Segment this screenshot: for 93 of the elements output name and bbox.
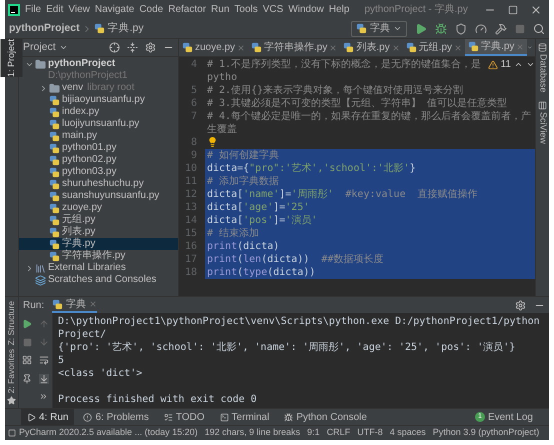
tool-window-tab[interactable]: 2: Favorites bbox=[5, 348, 18, 393]
code-line: dicta={"pro":'艺术','school':'北影'} bbox=[206, 162, 417, 175]
tool-window-tab[interactable]: Database bbox=[536, 54, 550, 93]
tool-tab[interactable]: TODO bbox=[158, 409, 211, 425]
editor-tab[interactable]: 元组.py bbox=[402, 39, 466, 56]
line-number: 4 bbox=[190, 58, 198, 71]
menu-item[interactable]: Edit bbox=[46, 2, 64, 17]
breadcrumb-item[interactable]: 字典.py bbox=[108, 20, 144, 36]
tree-item[interactable]: 字符串操作.py bbox=[62, 250, 126, 262]
code-line: print(dicta) bbox=[206, 240, 280, 253]
run-config-dropdown[interactable]: 字典 bbox=[351, 20, 407, 36]
tree-item[interactable]: 列表.py bbox=[62, 226, 96, 238]
panel-title: Run: bbox=[23, 298, 44, 312]
code-line: print(len(dicta)) ##数据项长度 bbox=[206, 253, 384, 266]
menu-item[interactable]: Tools bbox=[234, 2, 258, 17]
line-number: 7 bbox=[190, 110, 198, 123]
console-line: <class 'dict'> bbox=[58, 367, 144, 380]
tool-window-tab[interactable]: 1: Project bbox=[0, 39, 22, 78]
status-item[interactable]: 4 spaces bbox=[390, 426, 426, 440]
inspection-widget[interactable]: 11 bbox=[484, 58, 535, 71]
line-number: 16 bbox=[184, 240, 198, 253]
line-number: 14 bbox=[184, 214, 198, 227]
path-note: library root bbox=[87, 82, 134, 94]
tool-tab[interactable]: 4: Run bbox=[21, 409, 74, 425]
tool-tab[interactable]: Python Console bbox=[278, 409, 373, 425]
menu-item[interactable]: Run bbox=[211, 2, 230, 17]
console-line: {'pro': '艺术', 'school': '北影', 'name': '周雨彤', 'age': '25', 'pos': '演员'} bbox=[58, 341, 516, 354]
status-item[interactable]: CRLF bbox=[326, 426, 350, 440]
line-number: 15 bbox=[184, 227, 198, 240]
tree-item[interactable]: python01.py bbox=[62, 142, 116, 154]
tree-item[interactable]: zuoye.py bbox=[62, 202, 102, 214]
line-number: 8 bbox=[190, 136, 198, 149]
code-line: # 1.不是序列类型，没有下标的概念，是无序的键值集合，是pytho bbox=[206, 58, 482, 84]
line-number: 12 bbox=[184, 188, 198, 201]
tree-item[interactable]: index.py bbox=[62, 106, 100, 118]
line-number: 18 bbox=[184, 266, 198, 279]
menu-item[interactable]: Refactor bbox=[168, 2, 206, 17]
code-line: # 4.每个键必定是唯一的，如果存在重复的键，那么后者会覆盖前者，产生覆盖 bbox=[206, 110, 532, 136]
tree-item[interactable]: External Libraries bbox=[48, 262, 126, 274]
menu-item[interactable]: Window bbox=[288, 2, 324, 17]
console-line: D:\pythonProject1\pythonProject\venv\Scripts\python.exe D:/pythonProject1/pythonProject/ bbox=[58, 315, 541, 341]
code-line: dicta['pos']='演员' bbox=[206, 214, 318, 227]
tree-item[interactable]: shuruheshuchu.py bbox=[62, 178, 144, 190]
code-line: # 3.其键必须是不可变的类型【元组、字符串】 值可以是任意类型 bbox=[206, 97, 508, 110]
code-line: # 结束添加 bbox=[206, 227, 260, 240]
tree-item[interactable]: pythonProject bbox=[48, 58, 116, 70]
line-number: 11 bbox=[184, 175, 198, 188]
status-item[interactable]: 192 chars, 9 line breaks bbox=[204, 426, 300, 440]
status-item[interactable]: 9:1 bbox=[307, 426, 320, 440]
tree-item[interactable]: venv bbox=[62, 82, 84, 94]
tree-item[interactable]: python03.py bbox=[62, 166, 116, 178]
editor-tab[interactable]: 列表.py bbox=[340, 39, 403, 56]
console-line: Process finished with exit code 0 bbox=[58, 393, 258, 406]
menu-item[interactable]: Navigate bbox=[94, 2, 134, 17]
tool-tab[interactable]: 6: Problems bbox=[77, 409, 155, 425]
tree-item[interactable]: python02.py bbox=[62, 154, 116, 166]
tool-tab[interactable]: Terminal bbox=[214, 409, 276, 425]
window-title: pythonProject - 字典.py bbox=[364, 2, 468, 17]
tool-window-tab[interactable]: Z: Structure bbox=[5, 301, 18, 346]
code-line: print(type(dicta)) bbox=[206, 266, 316, 279]
status-item[interactable]: PyCharm 2020.2.5 available ... (today 15:20) bbox=[19, 426, 198, 440]
tool-window-tab[interactable]: SciView bbox=[536, 112, 550, 144]
line-number: 6 bbox=[190, 97, 198, 110]
menu-item[interactable]: File bbox=[25, 2, 42, 17]
menu-item[interactable]: Help bbox=[328, 2, 350, 17]
tree-item[interactable]: bijiaoyunsuanfu.py bbox=[62, 94, 145, 106]
status-item[interactable]: Python 3.9 (pythonProject) bbox=[432, 426, 540, 440]
console-line: 5 bbox=[58, 354, 66, 367]
menu-item[interactable]: View bbox=[68, 2, 90, 17]
tree-item[interactable]: Scratches and Consoles bbox=[48, 274, 156, 286]
status-item[interactable]: UTF-8 bbox=[357, 426, 383, 440]
breadcrumb-item[interactable]: pythonProject bbox=[9, 20, 80, 36]
editor-tab[interactable]: zuoye.py bbox=[179, 39, 248, 56]
line-number: 13 bbox=[184, 201, 198, 214]
editor-tab[interactable]: 字符串操作.py bbox=[248, 39, 340, 56]
code-line: dicta['age']='25' bbox=[206, 201, 310, 214]
code-line: # 添加字典数据 bbox=[206, 175, 280, 188]
line-number: 10 bbox=[184, 162, 198, 175]
line-number: 5 bbox=[190, 84, 198, 97]
editor-tab[interactable]: 字典.py bbox=[465, 39, 528, 56]
code-line: dicta['name']='周雨彤' #key:value 直接赋值操作 bbox=[206, 188, 479, 201]
tree-item[interactable]: 元组.py bbox=[62, 214, 96, 226]
line-number: 9 bbox=[190, 149, 198, 162]
menu-item[interactable]: Code bbox=[139, 2, 164, 17]
line-number: 17 bbox=[184, 253, 198, 266]
code-line: # 如何创建字典 bbox=[206, 149, 280, 162]
tree-item[interactable]: luojiyunsuanfu.py bbox=[62, 118, 140, 130]
panel-title[interactable]: Project bbox=[23, 40, 56, 56]
code-line: # 2.使用{}来表示字典对象，每个键值对使用逗号来分割 bbox=[206, 84, 464, 97]
path-note: D:\pythonProject1 bbox=[48, 70, 128, 82]
tree-item[interactable]: suanshuyunsuanfu.py bbox=[62, 190, 160, 202]
tree-item[interactable]: main.py bbox=[62, 130, 98, 142]
menu-item[interactable]: VCS bbox=[262, 2, 284, 17]
